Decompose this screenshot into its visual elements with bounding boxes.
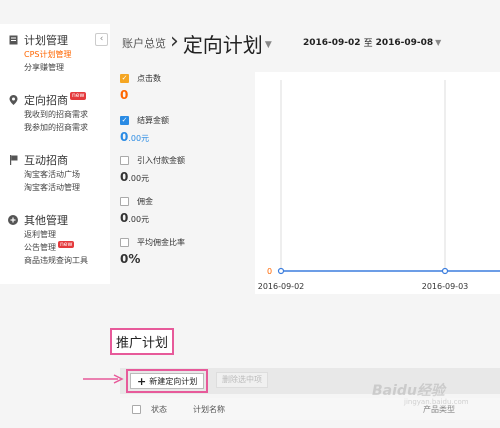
date-range-picker[interactable]: 2016-09-02 至 2016-09-08 ▼ [303, 36, 442, 50]
metric-label: 佣金 [137, 196, 153, 206]
nav-item-share-earn[interactable]: 分享赚管理 [8, 61, 72, 74]
new-plan-label: 新建定向计划 [149, 376, 198, 386]
new-plan-highlight: + 新建定向计划 [126, 369, 209, 393]
metric-checkbox[interactable] [120, 155, 129, 165]
nav-item-violation-query[interactable]: 商品违规查询工具 [8, 254, 88, 267]
nav-section-plan-management: 计划管理 CPS计划管理 分享赚管理 [8, 32, 72, 74]
metric-label: 结算金额 [137, 115, 169, 125]
metric-number: 0% [120, 252, 141, 266]
metric-checkbox[interactable] [120, 237, 129, 247]
nav-section-other-management: 其他管理 返利管理 公告管理 new 商品违规查询工具 [8, 212, 88, 267]
caret-down-icon[interactable]: ▼ [265, 40, 272, 50]
metric-label: 引入付款金额 [137, 155, 185, 165]
select-all-checkbox[interactable] [132, 404, 141, 414]
column-header-status[interactable]: 状态 [151, 404, 193, 415]
table-header: 状态 计划名称 产品类型 [120, 398, 500, 420]
data-point [277, 267, 285, 275]
nav-item-announcement[interactable]: 公告管理 new [8, 241, 88, 254]
nav-head-label: 其他管理 [24, 214, 68, 227]
trend-chart: 0 2016-09-02 2016-09-03 [255, 72, 500, 294]
metric-payment-amount: 引入付款金额 0.00元 [120, 154, 185, 184]
section-title-promotion-plans: 推广计划 [110, 328, 175, 355]
flag-icon [8, 155, 18, 165]
metric-unit: .00元 [128, 215, 150, 224]
document-icon [8, 35, 18, 45]
metric-value: 0.00元 [120, 130, 169, 144]
metric-unit: .00元 [128, 174, 150, 183]
nav-head-other-management[interactable]: 其他管理 [8, 212, 88, 228]
nav-head-plan-management[interactable]: 计划管理 [8, 32, 72, 48]
metric-clicks: ✓ 点击数 0 [120, 72, 161, 102]
nav-head-targeted-invite[interactable]: 定向招商 new [8, 92, 88, 108]
column-header-product-type[interactable]: 产品类型 [423, 404, 455, 415]
metric-commission: 佣金 0.00元 [120, 195, 153, 225]
metric-value: 0 [120, 88, 161, 102]
metric-value: 0.00元 [120, 211, 153, 225]
nav-item-activity-square[interactable]: 淘宝客活动广场 [8, 168, 80, 181]
page-header: 账户总览 › 定向计划 ▼ [122, 28, 272, 58]
breadcrumb-account-overview[interactable]: 账户总览 [122, 35, 166, 51]
nav-head-interactive-invite[interactable]: 互动招商 [8, 152, 80, 168]
location-pin-icon [8, 95, 18, 105]
plus-icon: + [137, 374, 147, 388]
x-tick-label: 2016-09-02 [258, 282, 305, 291]
plus-circle-icon [8, 215, 18, 225]
date-separator: 至 [363, 39, 373, 49]
metric-unit: .00元 [128, 134, 150, 143]
date-start: 2016-09-02 [303, 37, 361, 48]
nav-section-interactive-invite: 互动招商 淘宝客活动广场 淘宝客活动管理 [8, 152, 80, 194]
nav-item-cps-plan[interactable]: CPS计划管理 [8, 48, 72, 61]
sidebar: 计划管理 CPS计划管理 分享赚管理 定向招商 new 我收到的招商需求 我参加… [0, 24, 110, 284]
nav-item-activity-management[interactable]: 淘宝客活动管理 [8, 181, 80, 194]
nav-item-rebate[interactable]: 返利管理 [8, 228, 88, 241]
metric-checkbox[interactable]: ✓ [120, 73, 129, 83]
nav-section-targeted-invite: 定向招商 new 我收到的招商需求 我参加的招商需求 [8, 92, 88, 134]
x-tick-label: 2016-09-03 [422, 282, 469, 291]
nav-item-joined-invites[interactable]: 我参加的招商需求 [8, 121, 88, 134]
delete-selected-button[interactable]: 删除选中项 [216, 372, 268, 388]
page-title[interactable]: 定向计划 [183, 29, 263, 58]
metric-label: 点击数 [137, 73, 161, 83]
y-tick-label: 0 [267, 267, 272, 276]
nav-head-label: 互动招商 [24, 154, 68, 167]
nav-head-label: 定向招商 [24, 94, 68, 107]
new-badge: new [70, 92, 87, 100]
caret-down-icon: ▼ [435, 38, 442, 47]
column-header-plan-name[interactable]: 计划名称 [193, 404, 423, 415]
metric-number: 0 [120, 88, 129, 102]
nav-head-label: 计划管理 [24, 34, 68, 47]
metric-avg-commission-rate: 平均佣金比率 0% [120, 236, 185, 266]
metric-checkbox[interactable]: ✓ [120, 115, 129, 125]
metric-settlement-amount: ✓ 结算金额 0.00元 [120, 114, 169, 144]
new-targeted-plan-button[interactable]: + 新建定向计划 [130, 373, 205, 389]
metric-value: 0.00元 [120, 170, 185, 184]
nav-item-received-invites[interactable]: 我收到的招商需求 [8, 108, 88, 121]
metric-checkbox[interactable] [120, 196, 129, 206]
new-badge: new [58, 241, 75, 248]
metric-label: 平均佣金比率 [137, 237, 185, 247]
data-point [441, 267, 449, 275]
metric-value: 0% [120, 252, 185, 266]
date-end: 2016-09-08 [375, 37, 434, 48]
annotation-arrow-icon [83, 374, 124, 384]
nav-item-label: 公告管理 [24, 243, 56, 252]
chart-svg: 0 2016-09-02 2016-09-03 [258, 80, 500, 291]
sidebar-collapse-button[interactable]: ‹ [95, 33, 108, 46]
breadcrumb-separator: › [170, 29, 179, 54]
